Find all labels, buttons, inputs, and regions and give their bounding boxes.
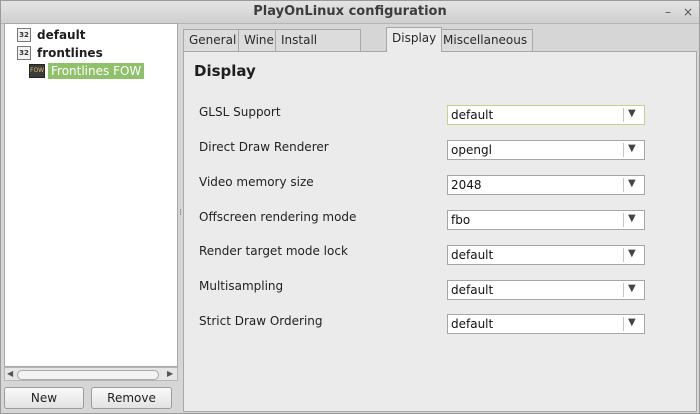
dropdown-arrow-icon[interactable]: ▼	[628, 108, 636, 119]
tree-item-label: Frontlines FOW	[48, 62, 145, 79]
direct-draw-renderer-label: Direct Draw Renderer	[199, 140, 329, 154]
tab-install-components[interactable]: Install components	[275, 29, 362, 67]
tree-item-default[interactable]: 32 default	[17, 26, 85, 43]
dropdown-arrow-icon[interactable]: ▼	[628, 213, 636, 224]
multisampling-select[interactable]: default ▼	[447, 280, 645, 300]
remove-button[interactable]: Remove	[91, 387, 172, 409]
tab-miscellaneous[interactable]: Miscellaneous	[437, 29, 534, 51]
select-value: opengl	[451, 143, 492, 157]
wine-32bit-icon: 32	[17, 27, 31, 42]
window-title: PlayOnLinux configuration	[253, 4, 447, 19]
select-value: default	[451, 248, 494, 262]
tab-general[interactable]: General	[183, 29, 243, 51]
select-value: default	[451, 317, 494, 331]
prefix-tree: 32 default 32 frontlines FOW Frontlines …	[4, 23, 178, 367]
section-heading: Display	[194, 62, 256, 80]
splitter-handle[interactable]: ⁞	[179, 209, 182, 218]
tab-wine[interactable]: Wine	[238, 29, 280, 51]
offscreen-rendering-mode-label: Offscreen rendering mode	[199, 210, 357, 224]
tree-item-frontlines-fow[interactable]: FOW Frontlines FOW	[29, 62, 145, 79]
dropdown-arrow-icon[interactable]: ▼	[628, 178, 636, 189]
select-value: 2048	[451, 178, 482, 192]
dropdown-arrow-icon[interactable]: ▼	[628, 317, 636, 328]
strict-draw-ordering-label: Strict Draw Ordering	[199, 314, 323, 328]
direct-draw-renderer-select[interactable]: opengl ▼	[447, 140, 645, 160]
tree-item-label: default	[37, 27, 86, 42]
display-tab-panel: Display GLSL Support default ▼ Direct Dr…	[183, 51, 697, 412]
offscreen-rendering-mode-select[interactable]: fbo ▼	[447, 210, 645, 230]
dropdown-arrow-icon[interactable]: ▼	[628, 143, 636, 154]
new-button[interactable]: New	[4, 387, 84, 409]
title-bar: PlayOnLinux configuration – ×	[1, 1, 699, 24]
render-target-mode-lock-label: Render target mode lock	[199, 244, 348, 258]
select-value: default	[451, 108, 494, 122]
horizontal-scrollbar[interactable]: ◀ ▶	[4, 367, 178, 381]
game-icon: FOW	[29, 63, 45, 78]
tab-display[interactable]: Display	[386, 27, 443, 52]
glsl-support-select[interactable]: default ▼	[447, 105, 645, 125]
tree-item-frontlines[interactable]: 32 frontlines	[17, 44, 103, 61]
render-target-mode-lock-select[interactable]: default ▼	[447, 245, 645, 265]
tree-item-label: frontlines	[37, 45, 103, 60]
select-value: fbo	[451, 213, 471, 227]
select-value: default	[451, 283, 494, 297]
scrollbar-thumb[interactable]	[17, 370, 159, 380]
config-window: PlayOnLinux configuration – × 32 default…	[0, 0, 700, 414]
minimize-icon[interactable]: –	[661, 5, 675, 19]
video-memory-size-select[interactable]: 2048 ▼	[447, 175, 645, 195]
close-icon[interactable]: ×	[681, 5, 695, 19]
strict-draw-ordering-select[interactable]: default ▼	[447, 314, 645, 334]
glsl-support-label: GLSL Support	[199, 105, 281, 119]
multisampling-label: Multisampling	[199, 279, 284, 293]
scroll-left-icon[interactable]: ◀	[7, 368, 13, 380]
prefix-panel: 32 default 32 frontlines FOW Frontlines …	[4, 23, 178, 409]
video-memory-size-label: Video memory size	[199, 175, 314, 189]
wine-32bit-icon: 32	[17, 45, 31, 60]
dropdown-arrow-icon[interactable]: ▼	[628, 283, 636, 294]
dropdown-arrow-icon[interactable]: ▼	[628, 248, 636, 259]
scroll-right-icon[interactable]: ▶	[167, 368, 173, 380]
